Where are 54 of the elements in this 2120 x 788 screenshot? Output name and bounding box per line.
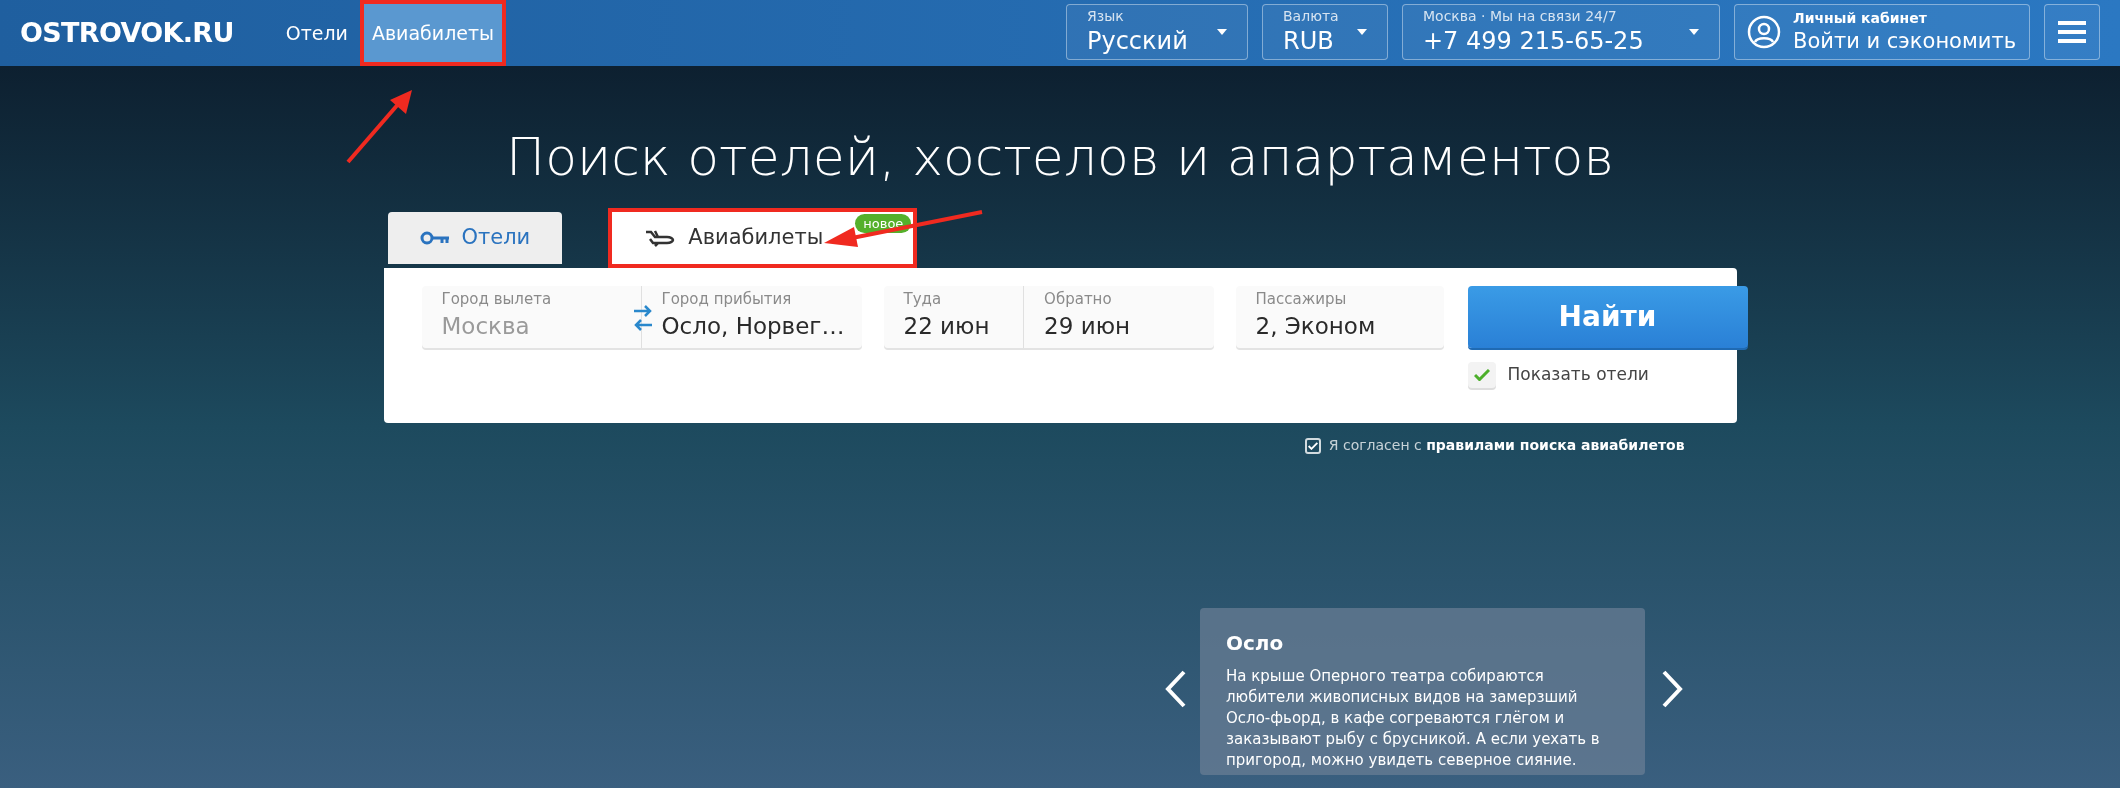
field-value: 2, Эконом (1255, 312, 1377, 342)
return-date-field[interactable]: Обратно 29 июн (1024, 286, 1214, 348)
header-dropdown[interactable]: Язык Русский (1066, 4, 1248, 60)
arrival-city-field[interactable]: Город прибытия Осло, Норвег… (641, 286, 862, 348)
departure-date-field[interactable]: Туда 22 июн (883, 286, 1024, 348)
passengers-field[interactable]: Пассажиры 2, Эконом (1235, 286, 1444, 348)
account-action: Войти и сэкономить (1793, 27, 2017, 54)
phone-number: +7 499 215-65-25 (1423, 25, 1644, 56)
language-value: Русский (1087, 25, 1188, 56)
caption-title: Осло (1226, 630, 1285, 657)
field-value: 22 июн (903, 312, 991, 342)
field-label: Туда (903, 290, 943, 310)
nav-link[interactable]: Отели (277, 4, 356, 62)
checkbox[interactable] (1467, 362, 1496, 388)
field-label: Обратно (1044, 290, 1113, 310)
chevron-left-icon (1164, 670, 1188, 708)
search-tab[interactable]: Отели (387, 212, 563, 264)
contact-info: Москва · Мы на связи 24/7 (1423, 8, 1617, 26)
field-label: Пассажиры (1255, 290, 1348, 310)
departure-city-field[interactable]: Город вылета Москва (421, 286, 641, 348)
caret-icon (1357, 29, 1367, 35)
caption-text: На крыше Оперного театра собираются любители живописных видов на замерзший Осло-фьорд, в кафе согреваются глёгом и заказывают рыбу с брусникой. А если уехать в пригород, можно увидеть северное сияние. (1226, 666, 1601, 771)
swap-icon (631, 303, 654, 333)
checkmark-icon (1473, 369, 1490, 381)
field-placeholder: Москва (441, 312, 531, 342)
checkmark-icon (1307, 441, 1318, 450)
chevron-right-icon (1660, 670, 1684, 708)
account-label: Личный кабинет (1793, 10, 1927, 28)
field-value: Осло, Норвег… (661, 312, 842, 342)
field-label: Язык (1087, 8, 1124, 26)
logo[interactable]: OSTROVOK.RU (20, 12, 234, 54)
next-arrow[interactable] (1660, 670, 1684, 708)
agreement-text: Я согласен с правилами поиска авиабилетов (1328, 436, 1685, 455)
previous-arrow[interactable] (1164, 670, 1188, 708)
user-icon (1747, 15, 1781, 49)
field-label: Город вылета (441, 290, 553, 310)
header-dropdown[interactable]: Москва · Мы на связи 24/7 +7 499 215-65-25 (1402, 4, 1720, 60)
page-title: Поиск отелей, хостелов и апартаментов (506, 126, 1614, 189)
key-icon (419, 231, 450, 245)
checkbox-label: Показать отели (1507, 363, 1649, 387)
caret-icon (1689, 29, 1699, 35)
nav-link[interactable]: Авиабилеты (363, 4, 503, 62)
field-value: 29 июн (1044, 312, 1132, 342)
header-dropdown[interactable]: Валюта RUB (1262, 4, 1388, 60)
field-label: Валюта (1283, 8, 1339, 26)
plane-icon (644, 229, 677, 247)
menu-icon (2058, 21, 2086, 43)
caret-icon (1217, 29, 1227, 35)
menu-button[interactable] (2044, 4, 2100, 60)
field-label: Город прибытия (661, 290, 793, 310)
currency-value: RUB (1283, 25, 1334, 56)
checkbox[interactable] (1304, 437, 1321, 454)
search-button[interactable]: Найти (1467, 286, 1748, 348)
account-button[interactable]: Личный кабинет Войти и сэкономить (1734, 4, 2030, 60)
